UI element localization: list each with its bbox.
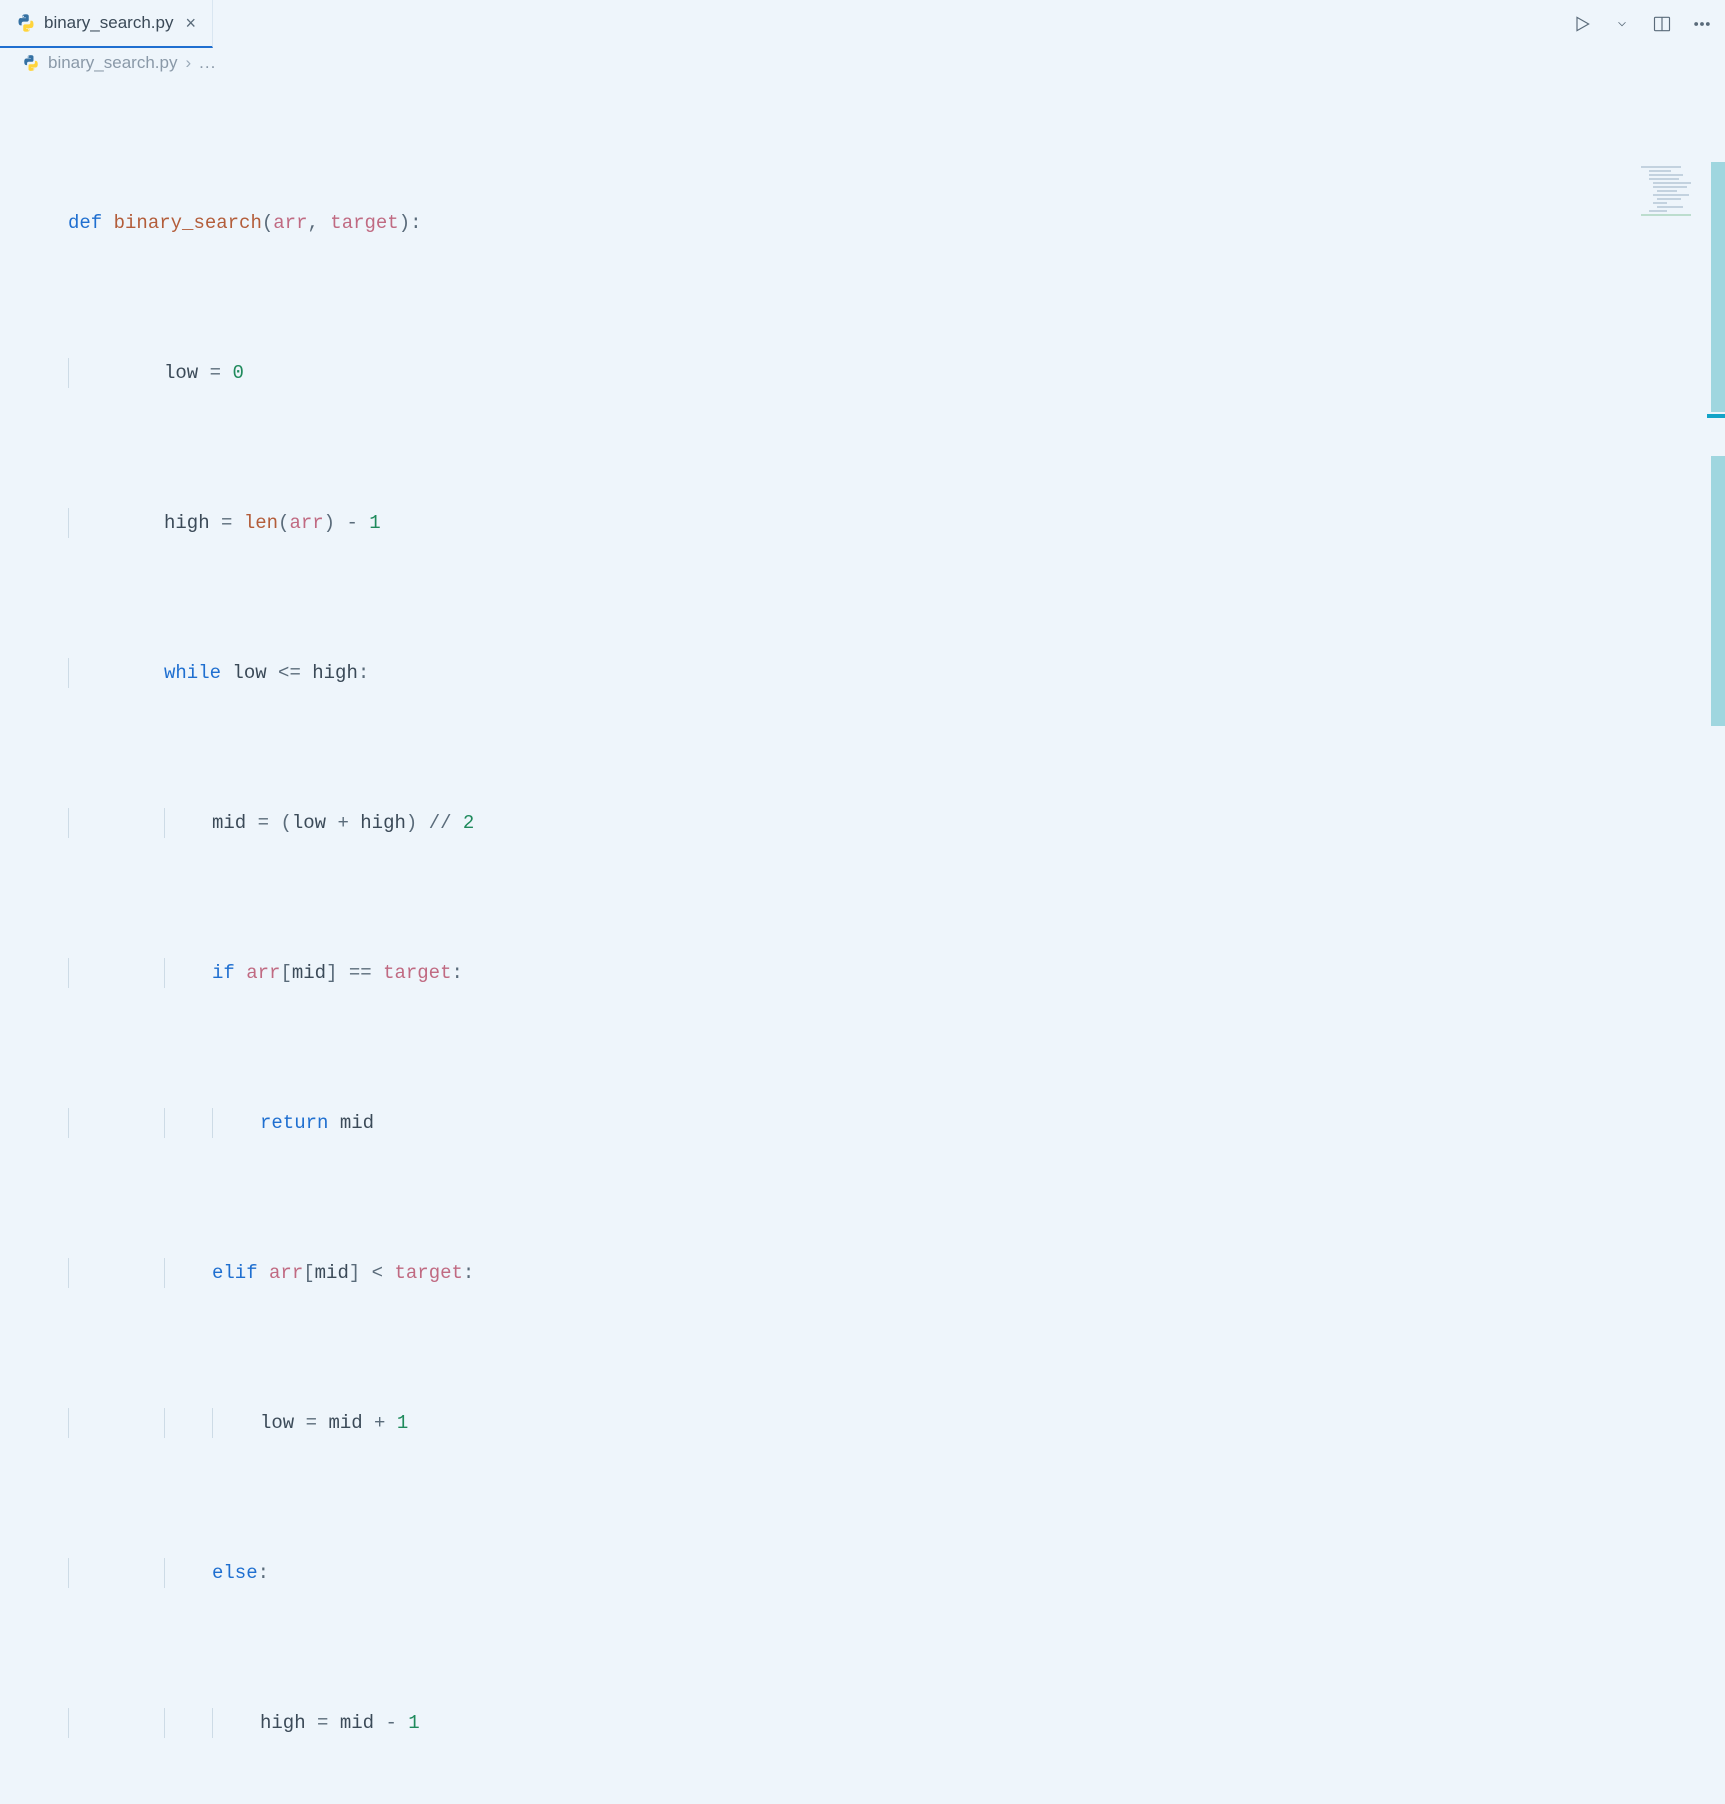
ruler-segment bbox=[1711, 456, 1725, 726]
code-line[interactable]: else: bbox=[68, 1558, 1605, 1588]
code-line[interactable]: if arr[mid] == target: bbox=[68, 958, 1605, 988]
run-dropdown-icon[interactable] bbox=[1611, 13, 1633, 35]
breadcrumb[interactable]: binary_search.py › ... bbox=[0, 48, 1725, 78]
code-line[interactable]: return mid bbox=[68, 1108, 1605, 1138]
tab-bar: binary_search.py × bbox=[0, 0, 1725, 48]
run-icon[interactable] bbox=[1571, 13, 1593, 35]
minimap[interactable] bbox=[1641, 166, 1701, 226]
code-line[interactable]: def binary_search(arr, target): bbox=[68, 208, 1605, 238]
code-line[interactable]: mid = (low + high) // 2 bbox=[68, 808, 1605, 838]
python-file-icon bbox=[22, 54, 40, 72]
ruler-cursor-marker bbox=[1707, 414, 1725, 418]
close-icon[interactable]: × bbox=[181, 13, 200, 34]
code-line[interactable]: elif arr[mid] < target: bbox=[68, 1258, 1605, 1288]
ruler-segment bbox=[1711, 162, 1725, 412]
code-content[interactable]: def binary_search(arr, target): low = 0 … bbox=[68, 88, 1605, 1804]
code-line[interactable]: while low <= high: bbox=[68, 658, 1605, 688]
split-editor-icon[interactable] bbox=[1651, 13, 1673, 35]
editor-tab[interactable]: binary_search.py × bbox=[0, 0, 213, 48]
code-line[interactable]: low = mid + 1 bbox=[68, 1408, 1605, 1438]
code-editor[interactable]: def binary_search(arr, target): low = 0 … bbox=[0, 78, 1725, 902]
chevron-right-icon: › bbox=[185, 53, 191, 73]
breadcrumb-file[interactable]: binary_search.py bbox=[48, 53, 177, 73]
breadcrumb-more[interactable]: ... bbox=[199, 53, 216, 73]
editor-actions bbox=[1571, 0, 1713, 48]
code-line[interactable]: high = mid - 1 bbox=[68, 1708, 1605, 1738]
overview-ruler[interactable] bbox=[1711, 156, 1725, 902]
tab-filename: binary_search.py bbox=[44, 13, 173, 33]
code-line[interactable]: low = 0 bbox=[68, 358, 1605, 388]
python-file-icon bbox=[16, 13, 36, 33]
code-line[interactable]: high = len(arr) - 1 bbox=[68, 508, 1605, 538]
more-actions-icon[interactable] bbox=[1691, 13, 1713, 35]
